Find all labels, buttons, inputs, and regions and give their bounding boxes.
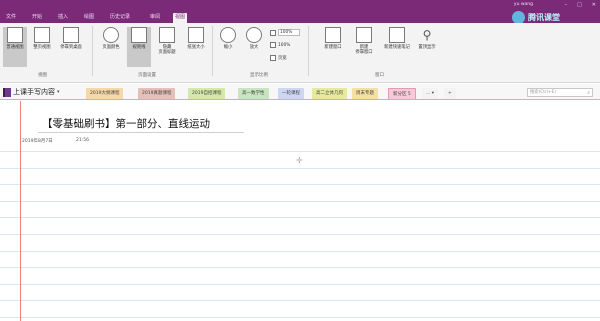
tab-insert[interactable]: 插入 [56, 13, 70, 22]
always-on-top-button[interactable]: ⚲ 置顶显示 [414, 27, 440, 67]
full-page-view-button[interactable]: 整页视图 [30, 27, 54, 67]
tab-draw[interactable]: 绘图 [82, 13, 96, 22]
rule-line [0, 251, 600, 252]
new-window-button[interactable]: 新建窗口 [318, 27, 348, 67]
page-width-icon [270, 55, 276, 61]
title-bar: yu wang – □ ✕ [0, 0, 600, 10]
tab-file[interactable]: 文件 [4, 13, 18, 22]
rule-line [0, 168, 600, 169]
pin-icon: ⚲ [422, 28, 432, 42]
page-color-button[interactable]: 页面颜色 [97, 27, 125, 67]
move-cursor-icon: ✛ [296, 156, 303, 165]
rule-line [0, 267, 600, 268]
section-tab[interactable]: 高二立体几何 [312, 88, 347, 99]
margin-line [20, 101, 21, 321]
section-tab[interactable]: 高一数学性 [238, 88, 269, 99]
rule-line [0, 201, 600, 202]
docked-window-icon [356, 27, 372, 43]
section-tab[interactable]: 2019真题课程 [138, 88, 176, 99]
rule-line [0, 217, 600, 218]
rule-line [0, 234, 600, 235]
zoom-100-button[interactable]: 100% [270, 42, 290, 48]
search-icon: ⌕ [587, 90, 590, 96]
zoom-out-button[interactable]: 缩小 [216, 27, 240, 67]
rule-lines-button[interactable]: 规则线 [127, 27, 151, 67]
section-tab-active[interactable]: 新分区 5 [388, 88, 416, 99]
notebook-selector[interactable]: 上课手写内容 ▾ [3, 87, 60, 97]
notebook-name: 上课手写内容 [13, 88, 55, 96]
section-tab[interactable]: 2019大纲课程 [86, 88, 124, 99]
logo-text: 腾讯课堂 [528, 12, 560, 22]
zoom-icon [270, 29, 276, 36]
tab-home[interactable]: 开始 [30, 13, 44, 22]
dock-to-desktop-button[interactable]: 停靠到桌面 [57, 27, 85, 67]
separator [212, 26, 213, 76]
window-controls: – □ ✕ [565, 1, 596, 9]
title-underline [38, 132, 244, 133]
paint-bucket-icon [103, 27, 119, 43]
tab-view[interactable]: 视图 [173, 13, 188, 23]
zoom-group-label: 显示比例 [250, 73, 268, 78]
rule-line [0, 184, 600, 185]
section-tab[interactable]: 周末专题 [352, 88, 378, 99]
page-setup-group-label: 页面设置 [138, 73, 156, 78]
rule-lines-icon [131, 27, 147, 43]
page-title[interactable]: 【零基础刷书】第一部分、直线运动 [42, 116, 210, 131]
normal-view-button[interactable]: 普通视图 [3, 27, 27, 67]
search-placeholder: 搜索(Ctrl+E) [530, 90, 556, 95]
normal-view-icon [7, 27, 23, 43]
paper-size-icon [188, 27, 204, 43]
menu-bar: 文件 开始 插入 绘图 历史记录 审阅 视图 [0, 10, 600, 23]
rule-line [0, 300, 600, 301]
add-section-button[interactable]: + [444, 88, 456, 99]
zoom-level-row: 100% [270, 29, 300, 36]
ribbon: 普通视图 整页视图 停靠到桌面 视图 页面颜色 规则线 隐藏 页面标题 纸张大小… [0, 23, 600, 83]
tab-review[interactable]: 审阅 [148, 13, 162, 22]
notebook-icon [3, 87, 11, 97]
section-tab[interactable]: 2019自招课程 [188, 88, 226, 99]
hide-title-icon [159, 27, 175, 43]
window-group-label: 窗口 [375, 73, 384, 78]
zoom-level-input[interactable]: 100% [278, 29, 300, 36]
dock-icon [63, 27, 79, 43]
tab-history[interactable]: 历史记录 [108, 13, 132, 22]
paper-size-button[interactable]: 纸张大小 [184, 27, 208, 67]
note-page[interactable] [0, 101, 600, 321]
minimize-icon[interactable]: – [565, 1, 568, 9]
close-icon[interactable]: ✕ [592, 1, 596, 9]
page-width-button[interactable]: 页宽 [270, 55, 287, 61]
rule-line [0, 151, 600, 152]
zoom-100-icon [270, 42, 276, 48]
hide-title-button[interactable]: 隐藏 页面标题 [153, 27, 181, 67]
full-page-view-icon [34, 27, 50, 43]
page-time: 21:56 [76, 138, 89, 143]
new-docked-window-button[interactable]: 新建 停靠窗口 [350, 27, 378, 67]
logo-icon [512, 10, 525, 24]
quick-note-icon [389, 27, 405, 43]
rule-line [0, 284, 600, 285]
zoom-out-icon [220, 27, 236, 43]
views-group-label: 视图 [38, 73, 47, 78]
separator [92, 26, 93, 76]
maximize-icon[interactable]: □ [577, 1, 582, 9]
separator [308, 26, 309, 76]
more-sections-button[interactable]: ... ▾ [422, 88, 438, 99]
quick-note-button[interactable]: 新建快速笔记 [381, 27, 413, 67]
search-input[interactable]: 搜索(Ctrl+E) ⌕ [527, 88, 593, 97]
zoom-in-button[interactable]: 放大 [242, 27, 266, 67]
zoom-in-icon [246, 27, 262, 43]
new-window-icon [325, 27, 341, 43]
rule-line [0, 317, 600, 318]
section-tab[interactable]: 一轮课程 [278, 88, 304, 99]
chevron-down-icon: ▾ [57, 89, 60, 95]
page-date: 2019年8月7日 [22, 139, 53, 144]
